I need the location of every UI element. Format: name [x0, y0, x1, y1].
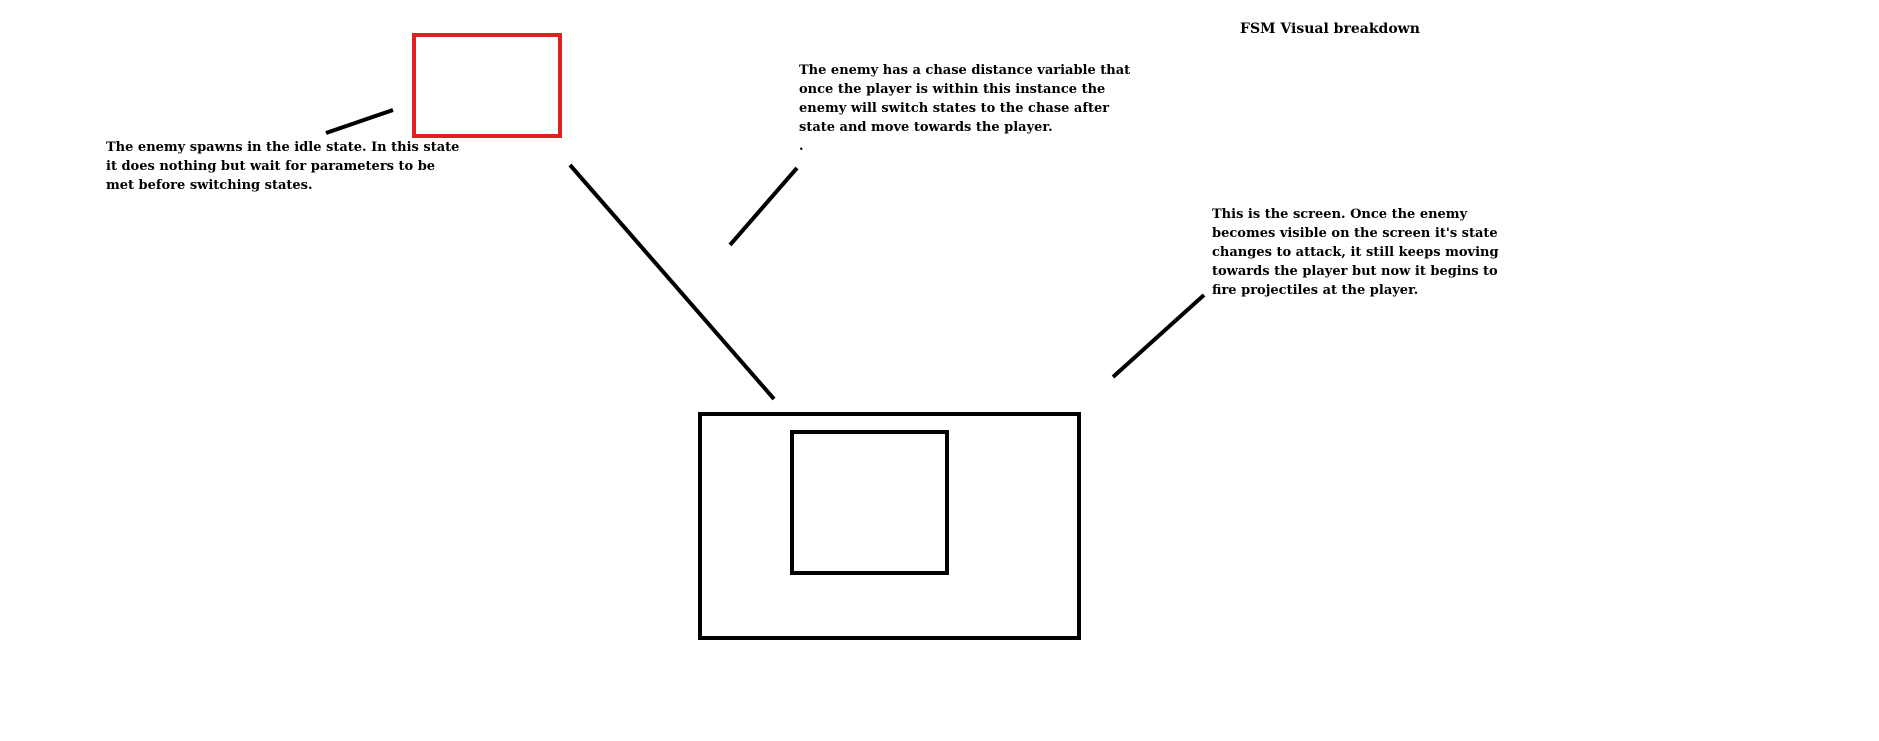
chase-note-line: The enemy has a chase distance variable … — [799, 63, 1131, 78]
enemy-idle-box — [412, 33, 562, 138]
chase-note-line: once the player is within this instance … — [799, 82, 1106, 97]
player-box — [790, 430, 949, 575]
idle-note-line: The enemy spawns in the idle state. In t… — [106, 140, 460, 155]
chase-path-line — [568, 163, 776, 401]
chase-note-line: . — [799, 139, 804, 154]
chase-note-line: state and move towards the player. — [799, 120, 1053, 135]
attack-note-line: changes to attack, it still keeps moving — [1212, 245, 1499, 260]
chase-note-line: enemy will switch states to the chase af… — [799, 101, 1110, 116]
idle-note-line: it does nothing but wait for parameters … — [106, 159, 436, 174]
diagram-title: FSM Visual breakdown — [1240, 21, 1420, 37]
attack-state-note: This is the screen. Once the enemy becom… — [1212, 205, 1499, 300]
attack-note-line: becomes visible on the screen it's state — [1212, 226, 1498, 241]
idle-note-line: met before switching states. — [106, 178, 313, 193]
idle-connector-line — [325, 108, 394, 135]
attack-note-line: This is the screen. Once the enemy — [1212, 207, 1468, 222]
chase-connector-line — [728, 166, 799, 247]
screen-box — [698, 412, 1081, 640]
attack-note-line: fire projectiles at the player. — [1212, 283, 1419, 298]
attack-connector-line — [1111, 293, 1206, 379]
attack-note-line: towards the player but now it begins to — [1212, 264, 1498, 279]
chase-state-note: The enemy has a chase distance variable … — [799, 61, 1130, 156]
idle-state-note: The enemy spawns in the idle state. In t… — [106, 138, 459, 195]
